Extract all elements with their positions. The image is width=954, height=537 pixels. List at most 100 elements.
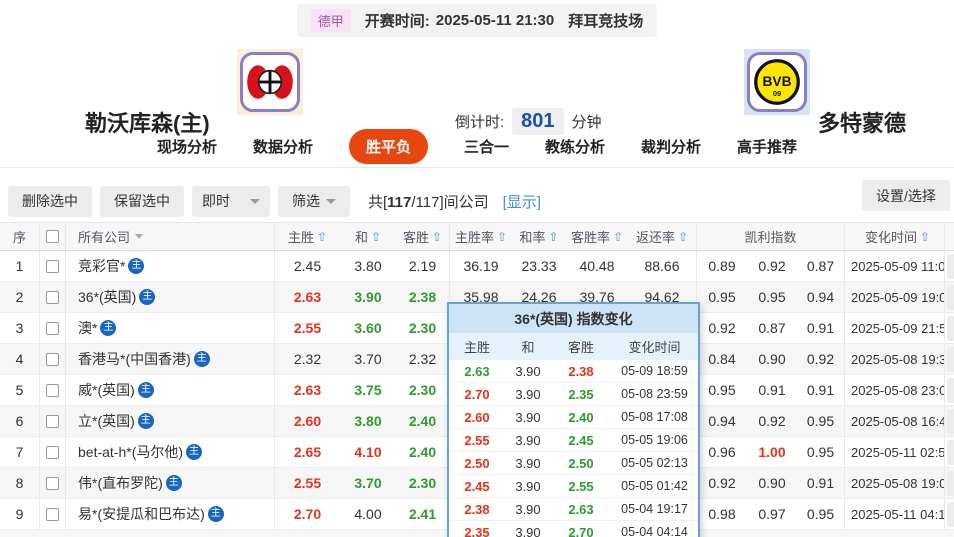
col-away-odds[interactable]: 客胜 ⇧: [396, 223, 450, 250]
kelly-value-2: 0.91: [797, 468, 845, 498]
row-seq: 4: [0, 344, 40, 374]
odds-away[interactable]: 2.32: [396, 344, 450, 374]
col-return-rate[interactable]: 返还率 ⇧: [628, 223, 697, 250]
kickoff-time: 2025-05-11 21:30: [435, 11, 555, 29]
company-cell[interactable]: 香港马*(中国香港) 主: [66, 344, 275, 374]
popup-change-time: 05-05 19:06: [621, 433, 688, 447]
detail-button[interactable]: 细: [947, 501, 954, 527]
popup-change-time: 05-05 02:13: [621, 456, 688, 470]
odds-home[interactable]: 2.45: [275, 251, 340, 281]
odds-draw[interactable]: 4.00: [340, 499, 396, 529]
row-checkbox[interactable]: [46, 352, 59, 366]
detail-button[interactable]: 细: [947, 408, 954, 434]
company-cell[interactable]: bet-at-h*(马尔他) 主: [66, 437, 275, 467]
company-cell[interactable]: 威*(英国) 主: [66, 375, 275, 405]
row-seq: 2: [0, 282, 40, 312]
settings-select-button[interactable]: 设置/选择: [862, 180, 950, 211]
detail-button[interactable]: 细: [947, 284, 954, 310]
col-seq: 序: [0, 223, 40, 250]
odds-away[interactable]: 2.40: [396, 406, 450, 436]
odds-draw[interactable]: 3.60: [340, 313, 396, 343]
detail-button[interactable]: 细: [947, 253, 954, 279]
odds-draw[interactable]: 3.80: [340, 406, 396, 436]
detail-button[interactable]: 细: [947, 346, 954, 372]
row-checkbox-cell: [40, 282, 66, 312]
col-home-odds[interactable]: 主胜 ⇧: [275, 223, 340, 250]
odds-home[interactable]: 2.63: [275, 375, 340, 405]
odds-home[interactable]: 2.70: [275, 499, 340, 529]
tab-data-analysis[interactable]: 数据分析: [253, 136, 313, 157]
tab-coach-analysis[interactable]: 教练分析: [545, 136, 605, 157]
odds-home[interactable]: 2.32: [275, 344, 340, 374]
odds-away[interactable]: 2.38: [396, 282, 450, 312]
tab-win-draw-lose[interactable]: 胜平负: [348, 129, 428, 164]
keep-selected-button[interactable]: 保留选中: [100, 185, 184, 217]
row-checkbox-cell: [40, 344, 66, 374]
company-name: 威*(英国): [78, 382, 135, 398]
odds-away[interactable]: 2.30: [396, 313, 450, 343]
change-time: 2025-05-08 19:32: [845, 344, 945, 374]
col-company[interactable]: 所有公司: [66, 223, 275, 250]
company-cell[interactable]: 竞彩官* 主: [66, 251, 275, 281]
tab-live-analysis[interactable]: 现场分析: [157, 136, 217, 157]
svg-text:09: 09: [773, 89, 781, 98]
col-change-time[interactable]: 变化时间 ⇧: [845, 223, 945, 250]
odds-home[interactable]: 2.60: [275, 406, 340, 436]
odds-away[interactable]: 2.40: [396, 437, 450, 467]
company-cell[interactable]: 36*(英国) 主: [66, 282, 275, 312]
col-draw-odds[interactable]: 和 ⇧: [340, 223, 396, 250]
odds-draw[interactable]: 3.70: [340, 468, 396, 498]
tab-expert-picks[interactable]: 高手推荐: [737, 136, 797, 157]
row-seq: 8: [0, 468, 40, 498]
odds-draw[interactable]: 3.80: [340, 251, 396, 281]
popup-home-odds: 2.45: [464, 478, 490, 494]
delete-selected-button[interactable]: 删除选中: [8, 185, 92, 217]
row-checkbox[interactable]: [46, 476, 59, 490]
company-cell[interactable]: 易*(安提瓜和巴布达) 主: [66, 499, 275, 529]
detail-button[interactable]: 细: [947, 377, 954, 403]
kelly-value-0: 0.89: [708, 258, 736, 274]
row-checkbox[interactable]: [46, 259, 59, 273]
odds-home[interactable]: 2.55: [275, 468, 340, 498]
company-cell[interactable]: 澳* 主: [66, 313, 275, 343]
tab-referee-analysis[interactable]: 裁判分析: [641, 136, 701, 157]
kelly-value-0: 0.95: [708, 289, 736, 305]
col-draw-rate[interactable]: 和率 ⇧: [512, 223, 566, 250]
change-time: 2025-05-11 04:17: [845, 499, 945, 529]
col-away-rate[interactable]: 客胜率 ⇧: [566, 223, 628, 250]
row-checkbox[interactable]: [46, 507, 59, 521]
detail-button[interactable]: 细: [947, 470, 954, 496]
company-cell[interactable]: 立*(英国) 主: [66, 406, 275, 436]
odds-home[interactable]: 2.63: [275, 282, 340, 312]
row-checkbox[interactable]: [46, 321, 59, 335]
col-home-rate[interactable]: 主胜率 ⇧: [450, 223, 512, 250]
odds-home[interactable]: 2.55: [275, 313, 340, 343]
countdown-label: 倒计时:: [455, 114, 505, 131]
kelly-value-0: 0.98: [708, 506, 736, 522]
odds-away[interactable]: 2.30: [396, 468, 450, 498]
odds-away[interactable]: 2.19: [396, 251, 450, 281]
select-all-checkbox[interactable]: [46, 230, 59, 243]
odds-away[interactable]: 2.41: [396, 499, 450, 529]
row-checkbox[interactable]: [46, 383, 59, 397]
row-checkbox[interactable]: [46, 414, 59, 428]
instant-dropdown[interactable]: 即时: [192, 185, 270, 217]
row-checkbox[interactable]: [46, 445, 59, 459]
odds-draw[interactable]: 4.10: [340, 437, 396, 467]
company-cell[interactable]: 伟*(直布罗陀) 主: [66, 468, 275, 498]
popup-row: 2.38 3.90 2.63 05-04 19:17: [449, 498, 698, 521]
odds-draw[interactable]: 3.75: [340, 375, 396, 405]
detail-cell: 细: [945, 282, 954, 312]
show-link[interactable]: [显示]: [503, 191, 541, 212]
detail-button[interactable]: 细: [947, 315, 954, 341]
odds-away[interactable]: 2.30: [396, 375, 450, 405]
countdown-value: 801: [512, 108, 564, 135]
odds-draw[interactable]: 3.90: [340, 282, 396, 312]
row-checkbox[interactable]: [46, 290, 59, 304]
odds-draw[interactable]: 3.70: [340, 344, 396, 374]
odds-home[interactable]: 2.65: [275, 437, 340, 467]
tab-three-in-one[interactable]: 三合一: [464, 136, 509, 157]
detail-button[interactable]: 细: [947, 439, 954, 465]
chevron-down-icon: [326, 198, 336, 204]
filter-dropdown[interactable]: 筛选: [278, 185, 350, 217]
